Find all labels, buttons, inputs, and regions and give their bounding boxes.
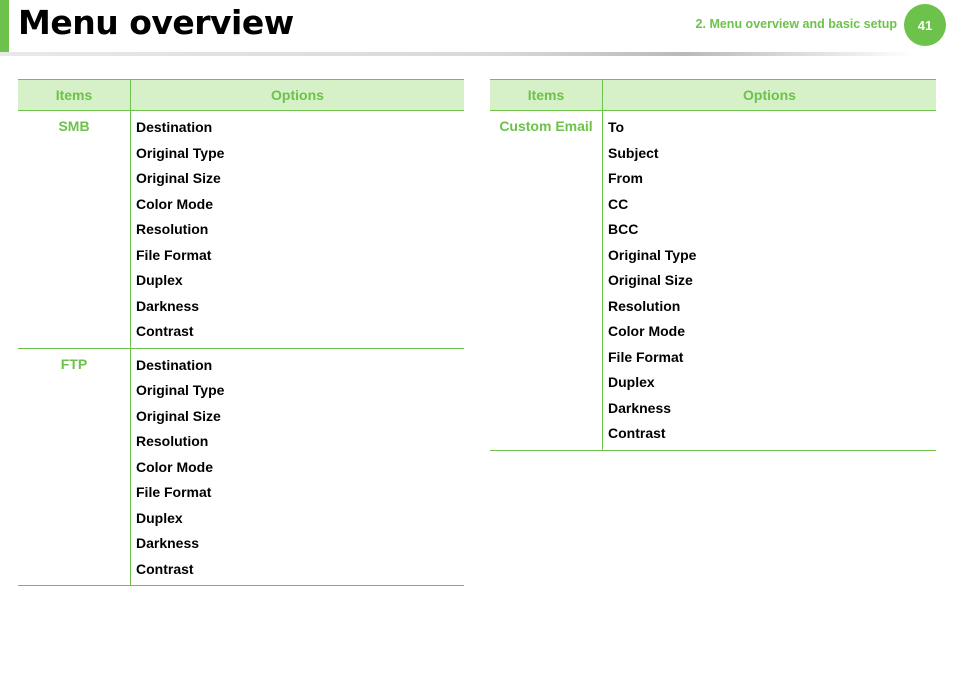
chapter-link[interactable]: 2. Menu overview and basic setup: [696, 17, 897, 31]
items-column-header: Items: [490, 79, 603, 111]
option-item: File Format: [136, 246, 212, 263]
table-header-row: Items Options: [18, 79, 464, 111]
option-item: File Format: [608, 348, 684, 365]
option-item: Contrast: [136, 560, 194, 577]
page-title: Menu overview: [18, 3, 294, 42]
option-item: File Format: [136, 484, 212, 500]
option-item: Original Type: [608, 246, 697, 263]
table-row: Custom Email To Subject From CC BCC Orig…: [490, 110, 936, 451]
option-item: To: [608, 119, 625, 135]
options-column-header: Options: [602, 79, 936, 111]
option-item: Destination: [136, 119, 213, 135]
item-cell: SMB: [18, 110, 131, 349]
menu-options-table-right: Items Options Custom Email To Subject Fr…: [490, 79, 936, 451]
option-item: Darkness: [136, 535, 200, 551]
item-cell: FTP: [18, 348, 131, 586]
option-item: Duplex: [608, 374, 655, 390]
option-item: Original Size: [136, 170, 221, 186]
option-item: Original Size: [608, 272, 693, 288]
header-divider: [0, 52, 915, 56]
option-item: Original Type: [136, 382, 225, 398]
item-cell: Custom Email: [490, 110, 603, 451]
options-cell: To Subject From CC BCC Original Type Ori…: [602, 110, 936, 451]
accent-bar: [0, 0, 9, 52]
option-item: Duplex: [136, 272, 183, 288]
table-row: SMB Destination Original Type Original S…: [18, 110, 464, 349]
option-item: Original Type: [136, 144, 225, 161]
options-cell: Destination Original Type Original Size …: [130, 110, 464, 349]
option-item: Contrast: [136, 323, 194, 339]
option-item: Subject: [608, 144, 659, 161]
option-item: Darkness: [608, 399, 672, 416]
option-item: Darkness: [136, 297, 200, 314]
items-column-header: Items: [18, 79, 131, 111]
option-item: Resolution: [608, 297, 681, 314]
table-header-row: Items Options: [490, 79, 936, 111]
option-item: CC: [608, 195, 629, 212]
options-cell: Destination Original Type Original Size …: [130, 348, 464, 586]
option-item: Resolution: [136, 221, 209, 237]
table-row: FTP Destination Original Type Original S…: [18, 348, 464, 586]
option-item: BCC: [608, 221, 639, 237]
options-column-header: Options: [130, 79, 464, 111]
option-item: From: [608, 170, 643, 186]
option-item: Original Size: [136, 407, 221, 424]
option-item: Color Mode: [136, 195, 213, 212]
option-item: Destination: [136, 356, 213, 373]
option-item: Color Mode: [608, 323, 685, 339]
page-number-badge: 41: [904, 4, 946, 46]
option-item: Duplex: [136, 509, 183, 526]
menu-options-table-left: Items Options SMB Destination Original T…: [18, 79, 464, 586]
option-item: Color Mode: [136, 458, 213, 475]
option-item: Resolution: [136, 433, 209, 449]
option-item: Contrast: [608, 425, 666, 441]
